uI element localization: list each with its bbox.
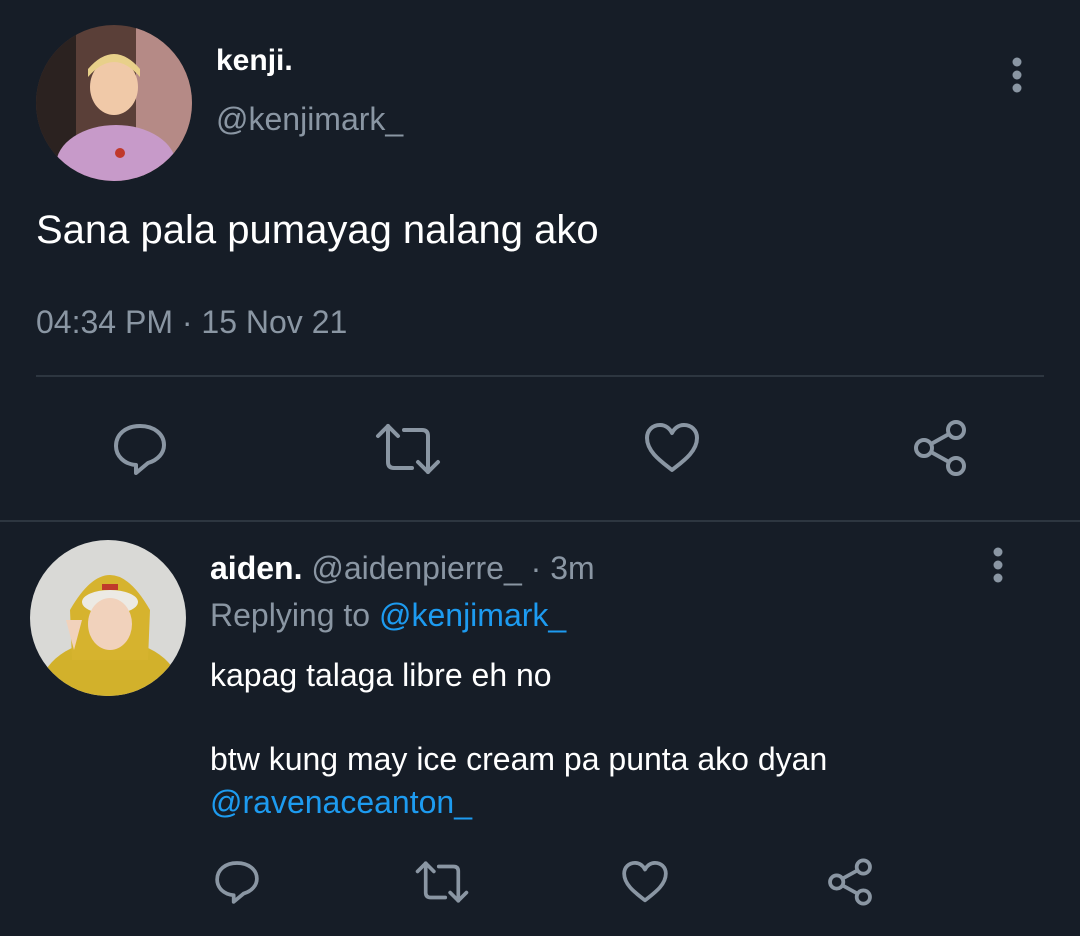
- replying-to-line: Replying to @kenjimark_: [210, 597, 566, 634]
- reply-mention-link[interactable]: @ravenaceanton_: [210, 784, 472, 821]
- reply-more-options-button[interactable]: [983, 546, 1013, 586]
- retweet-icon: [376, 424, 440, 474]
- avatar-kenji[interactable]: [36, 25, 192, 181]
- reply-text-line1: kapag talaga libre eh no: [210, 657, 552, 693]
- section-divider: [0, 520, 1080, 522]
- more-vertical-icon: [993, 547, 1003, 583]
- main-tweet-separator: ·: [181, 304, 193, 340]
- main-reply-button[interactable]: [110, 420, 170, 478]
- reply-handle[interactable]: @aidenpierre_: [311, 550, 521, 586]
- main-tweet-text: Sana pala pumayag nalang ako: [36, 208, 599, 252]
- main-tweet-timestamp: 04:34 PM · 15 Nov 21: [36, 304, 347, 341]
- main-tweet-time: 04:34 PM: [36, 304, 173, 340]
- reply-share-button[interactable]: [825, 857, 875, 907]
- reply-header: aiden. @aidenpierre_ · 3m: [210, 550, 595, 587]
- reply-reply-button[interactable]: [212, 858, 262, 906]
- main-share-button[interactable]: [910, 418, 970, 478]
- main-like-button[interactable]: [642, 420, 702, 476]
- like-icon: [645, 423, 699, 472]
- avatar-kenji-image: [36, 25, 192, 181]
- reply-text-line2: btw kung may ice cream pa punta ako dyan: [210, 741, 828, 777]
- share-icon: [828, 858, 872, 906]
- reply-age: 3m: [550, 550, 595, 586]
- main-retweet-button[interactable]: [372, 422, 444, 476]
- reply-like-button[interactable]: [620, 858, 670, 906]
- like-icon: [622, 860, 668, 903]
- replying-to-prefix: Replying to: [210, 597, 371, 633]
- share-icon: [914, 420, 966, 476]
- retweet-icon: [415, 861, 469, 903]
- main-tweet-date: 15 Nov 21: [201, 304, 348, 340]
- reply-retweet-button[interactable]: [412, 860, 472, 904]
- main-divider: [36, 375, 1044, 377]
- more-vertical-icon: [1012, 57, 1022, 93]
- main-display-name[interactable]: kenji.: [216, 44, 293, 78]
- avatar-aiden-image: [30, 540, 186, 696]
- replying-to-handle-link[interactable]: @kenjimark_: [379, 597, 566, 633]
- reply-icon: [114, 424, 166, 475]
- main-handle[interactable]: @kenjimark_: [216, 101, 403, 138]
- reply-display-name[interactable]: aiden.: [210, 550, 302, 586]
- main-more-options-button[interactable]: [1002, 56, 1032, 96]
- reply-icon: [215, 861, 259, 904]
- reply-separator: ·: [530, 550, 542, 586]
- avatar-aiden[interactable]: [30, 540, 186, 696]
